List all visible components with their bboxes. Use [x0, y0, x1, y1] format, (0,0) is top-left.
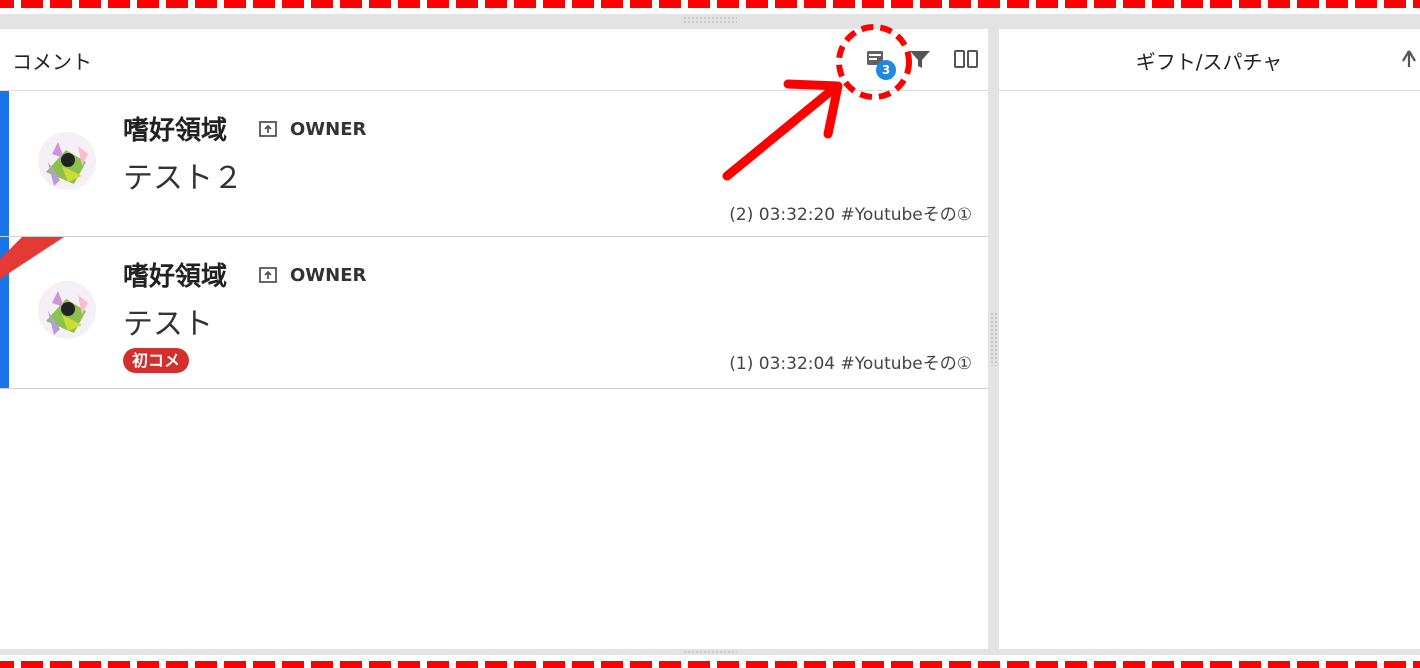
comment-meta: (2) 03:32:20 #Youtubeその① [729, 205, 972, 225]
bottom-dashed-border [0, 655, 1420, 668]
owner-icon [258, 265, 278, 285]
comments-panel-title: コメント [12, 50, 92, 74]
gifts-panel-title: ギフト/スパチャ [1135, 50, 1283, 74]
comment-meta: (1) 03:32:04 #Youtubeその① [729, 354, 972, 374]
top-dashed-border [0, 0, 1420, 14]
comment-author: 嗜好領域 [123, 262, 228, 292]
owner-icon [258, 119, 278, 139]
comments-panel-header: コメント 3 [0, 29, 988, 91]
first-comment-badge: 初コメ [123, 348, 190, 373]
comment-item[interactable]: New! 嗜好領域 OWNER テスト 初コメ (1) 03:32:04 #Yo… [0, 237, 988, 389]
gifts-panel: ギフト/スパチャ [999, 29, 1420, 649]
comment-accent-bar [0, 91, 9, 236]
filter-icon[interactable] [908, 47, 932, 71]
scroll-top-icon[interactable] [1397, 47, 1420, 71]
comment-item[interactable]: 嗜好領域 OWNER テスト２ (2) 03:32:20 #Youtubeその① [0, 91, 988, 237]
vertical-resize-handle[interactable] [990, 312, 998, 366]
comment-message: テスト [123, 307, 213, 342]
owner-role-label: OWNER [290, 119, 367, 140]
app-window: コメント 3 嗜好領域 OWNER テスト２ (2) 03:32:20 #You… [0, 0, 1420, 668]
comment-author: 嗜好領域 [123, 116, 228, 146]
avatar [38, 281, 96, 339]
avatar [38, 132, 96, 190]
queue-count-badge: 3 [876, 60, 896, 80]
owner-role-label: OWNER [290, 265, 367, 286]
top-resize-handle[interactable] [683, 16, 737, 24]
gifts-panel-header: ギフト/スパチャ [999, 29, 1420, 91]
comment-message: テスト２ [123, 161, 243, 196]
comments-panel: コメント 3 嗜好領域 OWNER テスト２ (2) 03:32:20 #You… [0, 29, 988, 649]
columns-icon[interactable] [953, 47, 978, 71]
